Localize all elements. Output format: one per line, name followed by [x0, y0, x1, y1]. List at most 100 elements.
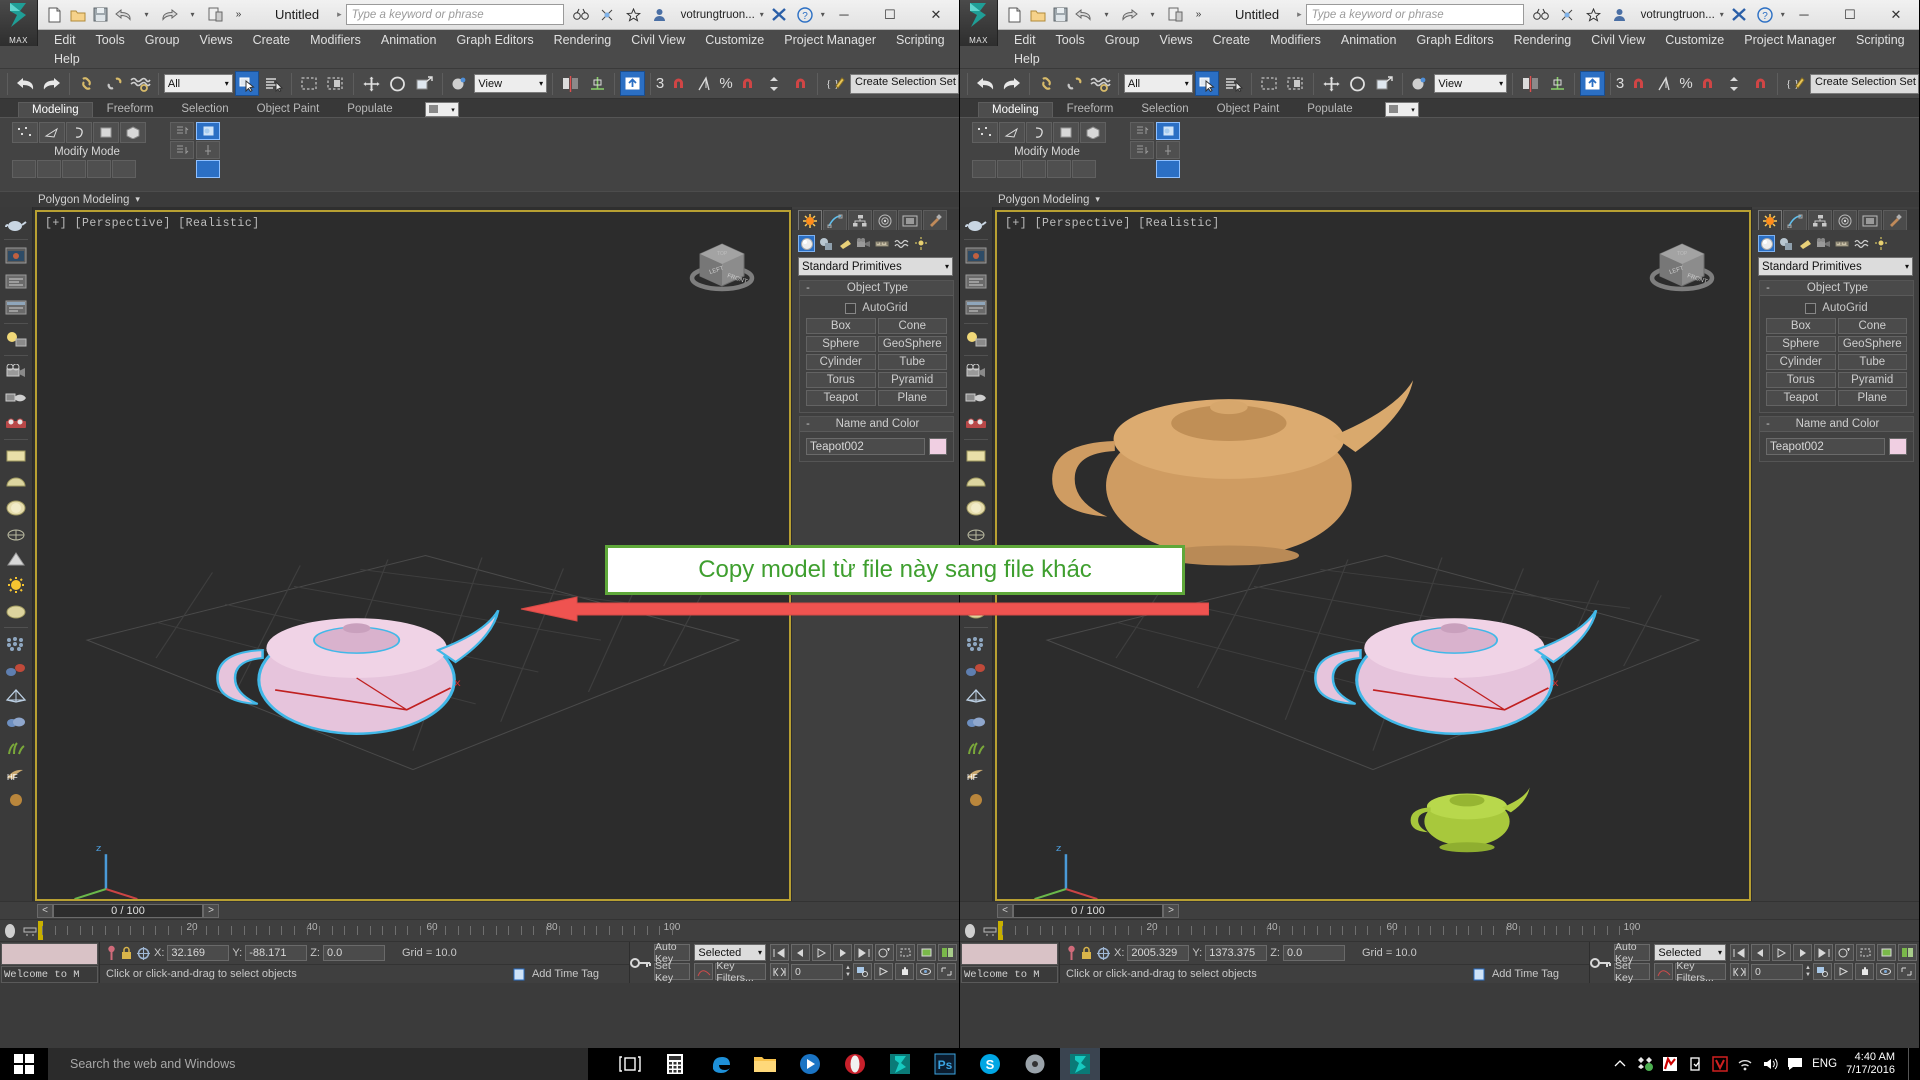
minimize-button[interactable]: ─	[1781, 0, 1827, 29]
cone-button[interactable]: Cone	[1837, 318, 1907, 334]
box-button[interactable]: Box	[806, 318, 876, 334]
preserve-uvs-icon[interactable]	[1072, 160, 1096, 178]
qat-more-icon[interactable]: »	[1188, 4, 1209, 25]
sphere-primitive-icon[interactable]	[963, 495, 989, 520]
search-expander-icon[interactable]: ▸	[337, 9, 342, 20]
preserve-uvs-icon[interactable]	[112, 160, 136, 178]
plane-button[interactable]: Plane	[877, 390, 947, 406]
v-icon[interactable]	[1712, 1056, 1728, 1072]
user-dropdown-icon[interactable]: ▾	[1720, 10, 1724, 19]
light-icon[interactable]	[963, 327, 989, 352]
maxscript-listener[interactable]: Welcome to M	[1, 966, 98, 983]
calculator-icon[interactable]	[655, 1048, 695, 1080]
current-frame-display[interactable]: 0 / 100	[1013, 903, 1163, 918]
selection-filter-select[interactable]: All ▾	[163, 74, 233, 93]
close-button[interactable]: ✕	[1873, 0, 1919, 29]
3dsmax-icon[interactable]	[880, 1048, 920, 1080]
viewport-label[interactable]: [+] [Perspective] [Realistic]	[45, 217, 260, 230]
edit-mode-icon[interactable]	[1022, 160, 1046, 178]
select-object-icon[interactable]	[1194, 71, 1220, 96]
align-icon[interactable]	[585, 71, 610, 96]
media-player-icon[interactable]	[790, 1048, 830, 1080]
object-type-header[interactable]: - Object Type	[800, 281, 953, 296]
show-hidden-icons-icon[interactable]	[1612, 1056, 1628, 1072]
go-to-end-icon[interactable]	[854, 944, 873, 961]
layer-explorer-icon[interactable]	[1580, 71, 1605, 96]
go-to-end-icon[interactable]	[1814, 944, 1833, 961]
maximize-viewport-toggle-icon[interactable]	[1896, 963, 1916, 980]
space-warps-icon[interactable]	[1853, 235, 1870, 252]
display-tab[interactable]	[1858, 210, 1882, 230]
qat-more-icon[interactable]: »	[228, 4, 249, 25]
pan-zoom-icon[interactable]	[1833, 963, 1853, 980]
select-and-scale-icon[interactable]	[412, 71, 437, 96]
track-bar-left[interactable]: 20 40 60 80 100	[0, 919, 959, 941]
menu-item-animation[interactable]: Animation	[371, 30, 447, 49]
open-file-icon[interactable]	[1027, 4, 1048, 25]
constraints-icon[interactable]	[1047, 160, 1071, 178]
disc-icon[interactable]	[1015, 1048, 1055, 1080]
motion-tab[interactable]	[873, 210, 897, 230]
key-step-icon[interactable]	[1730, 963, 1749, 980]
user-account-icon[interactable]	[1609, 4, 1630, 25]
go-to-start-icon[interactable]	[770, 944, 789, 961]
ribbon-options-select[interactable]: ▾	[424, 102, 459, 117]
window-crossing-toggle-icon[interactable]	[323, 71, 348, 96]
teapot-primitive-icon[interactable]	[3, 521, 29, 546]
menu-item-help[interactable]: Help	[1004, 49, 1050, 68]
viewport-label[interactable]: [+] [Perspective] [Realistic]	[1005, 217, 1220, 230]
current-frame-display[interactable]: 0 / 100	[53, 903, 203, 918]
menu-item-views[interactable]: Views	[189, 30, 242, 49]
redo-icon[interactable]	[1000, 71, 1025, 96]
border-subobject-icon[interactable]	[66, 122, 92, 143]
generate-topology-icon[interactable]	[972, 160, 996, 178]
bind-to-space-warp-icon[interactable]	[128, 71, 153, 96]
cylinder-button[interactable]: Cylinder	[806, 354, 876, 370]
plane-primitive-icon[interactable]	[963, 443, 989, 468]
teapot-button[interactable]: Teapot	[1766, 390, 1836, 406]
track-view-sphere-icon[interactable]	[960, 921, 980, 941]
pan-view-icon[interactable]	[1854, 963, 1874, 980]
pin-stack-icon[interactable]	[196, 141, 220, 159]
show-cage-icon[interactable]	[1156, 160, 1180, 178]
cameras-icon[interactable]	[1815, 235, 1832, 252]
menu-item-graph-editors[interactable]: Graph Editors	[446, 30, 543, 49]
collapse-icon[interactable]: -	[800, 418, 816, 430]
sphere-helper-icon[interactable]	[963, 787, 989, 812]
undo-icon[interactable]	[13, 71, 38, 96]
align-icon[interactable]	[1545, 71, 1570, 96]
named-selection-set-input[interactable]: Create Selection Set	[1810, 73, 1919, 94]
menu-item-create[interactable]: Create	[243, 30, 301, 49]
collapse-icon[interactable]: -	[1760, 282, 1776, 294]
select-by-name-icon[interactable]	[261, 71, 286, 96]
x-coordinate-field[interactable]: 32.169	[167, 945, 230, 961]
menu-item-tools[interactable]: Tools	[1046, 30, 1095, 49]
taskbar-search-input[interactable]: Search the web and Windows	[48, 1048, 588, 1080]
polygon-subobject-icon[interactable]	[93, 122, 119, 143]
particle-array-icon[interactable]	[3, 631, 29, 656]
maximize-button[interactable]: ☐	[867, 0, 913, 29]
undo-icon[interactable]	[113, 4, 134, 25]
reference-coordinate-select[interactable]: View ▾	[474, 74, 548, 93]
hair-and-fur-icon[interactable]: HF	[3, 761, 29, 786]
tube-button[interactable]: Tube	[877, 354, 947, 370]
keyword-search-input[interactable]: Type a keyword or phrase	[1305, 4, 1524, 25]
start-button[interactable]	[0, 1048, 48, 1080]
particle-array-icon[interactable]	[963, 631, 989, 656]
polygon-modeling-caret-icon[interactable]: ▾	[135, 194, 140, 205]
user-name-label[interactable]: votrungtruon...	[681, 9, 755, 21]
track-bar-open-icon[interactable]	[980, 921, 1000, 941]
element-subobject-icon[interactable]	[120, 122, 146, 143]
modify-tab[interactable]	[1783, 210, 1807, 230]
hemisphere-primitive-icon[interactable]	[963, 469, 989, 494]
select-by-name-icon[interactable]	[1221, 71, 1246, 96]
binoculars-icon[interactable]	[1531, 4, 1552, 25]
menu-item-project-manager[interactable]: Project Manager	[774, 30, 886, 49]
cylinder-button[interactable]: Cylinder	[1766, 354, 1836, 370]
show-end-result-icon[interactable]	[196, 122, 220, 140]
collapse-stack-down-icon[interactable]	[1130, 141, 1154, 159]
frame-spinner[interactable]: ▲ ▼	[1805, 965, 1811, 979]
autogrid-checkbox[interactable]	[1805, 302, 1817, 314]
add-time-tag-icon[interactable]	[512, 967, 526, 982]
play-animation-icon[interactable]	[1772, 944, 1791, 961]
